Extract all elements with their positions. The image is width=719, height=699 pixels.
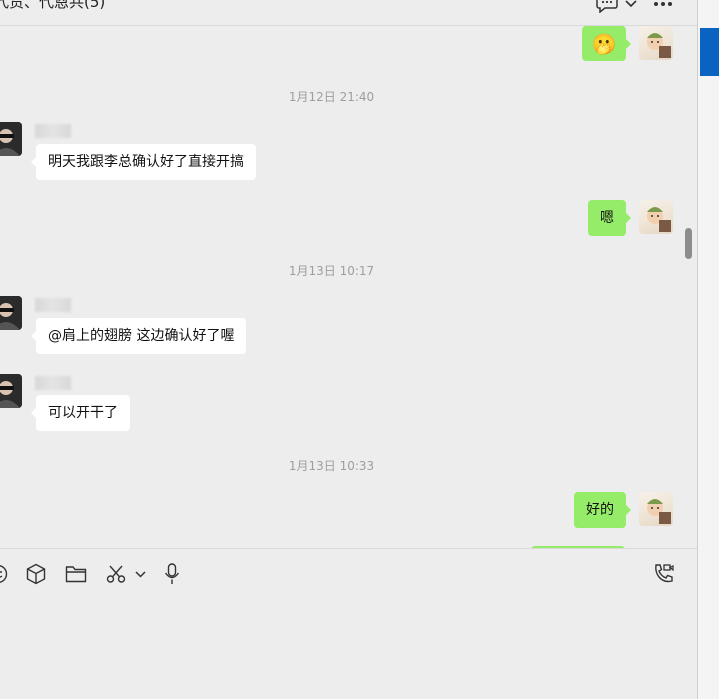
adjacent-window-edge: [697, 0, 719, 699]
contact-avatar[interactable]: [0, 122, 22, 156]
contact-avatar[interactable]: [0, 296, 22, 330]
more-icon[interactable]: [651, 0, 675, 14]
box-icon[interactable]: [25, 561, 47, 587]
sender-name-blurred: [35, 376, 71, 390]
contact-avatar[interactable]: [0, 374, 22, 408]
video-call-icon[interactable]: [651, 561, 675, 587]
emoji-content: 🫢: [591, 31, 617, 56]
timestamp: 1月12日 21:40: [288, 90, 375, 104]
self-avatar[interactable]: [639, 26, 673, 60]
chat-bubble-icon[interactable]: [594, 0, 620, 14]
message-bubble-outgoing[interactable]: 嗯: [588, 200, 631, 236]
message-bubble-incoming[interactable]: 明天我跟李总确认好了直接开搞: [31, 144, 256, 180]
microphone-icon[interactable]: [161, 561, 183, 587]
accent-blue-block: [700, 28, 719, 76]
message-bubble-outgoing[interactable]: 🫢: [582, 26, 631, 61]
timestamp: 1月13日 10:33: [288, 459, 375, 473]
scrollbar-thumb[interactable]: [685, 228, 692, 259]
timestamp: 1月13日 10:17: [288, 264, 375, 278]
composer[interactable]: [0, 548, 697, 699]
self-avatar[interactable]: [639, 200, 673, 234]
chat-window: 代货、代恩共(5) 🫢 1月12日 21:40 明天我跟李总确认好了直接开搞 嗯: [0, 0, 697, 699]
sender-name-blurred: [35, 298, 71, 312]
emoji-icon[interactable]: [0, 561, 8, 587]
message-bubble-incoming[interactable]: 可以开干了: [31, 395, 130, 431]
chevron-down-icon[interactable]: [133, 561, 147, 587]
message-bubble-incoming[interactable]: @肩上的翅膀 这边确认好了喔: [30, 318, 247, 354]
sender-name-blurred: [35, 124, 71, 138]
chevron-down-icon[interactable]: [624, 0, 638, 14]
message-bubble-outgoing[interactable]: 好的: [574, 492, 631, 528]
self-avatar[interactable]: [639, 492, 673, 526]
folder-icon[interactable]: [64, 561, 88, 587]
chat-header: 代货、代恩共(5): [0, 0, 697, 26]
chat-title: 代货、代恩共(5): [0, 0, 106, 11]
message-list[interactable]: 🫢 1月12日 21:40 明天我跟李总确认好了直接开搞 嗯 1月13日 10:…: [0, 26, 683, 548]
scissors-icon[interactable]: [105, 561, 127, 587]
